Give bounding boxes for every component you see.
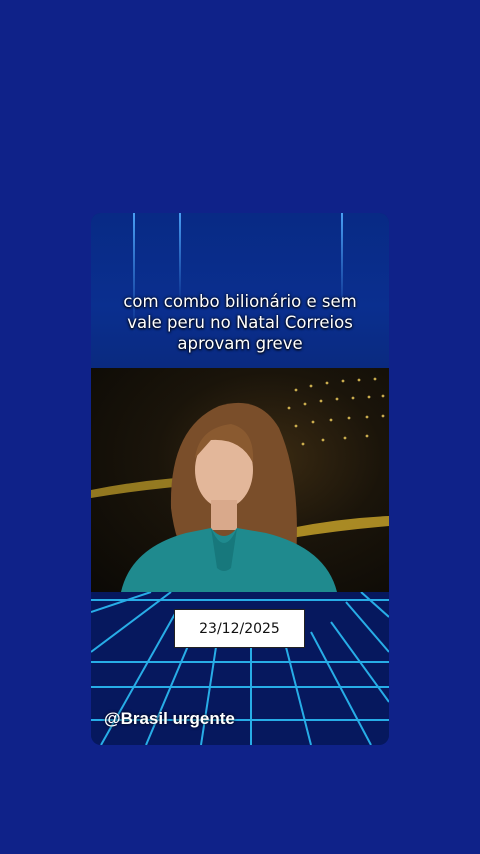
video-frame[interactable] [91, 368, 389, 592]
news-anchor-image [91, 377, 389, 592]
channel-handle[interactable]: @Brasil urgente [104, 709, 235, 729]
news-caption: com combo bilionário e sem vale peru no … [123, 292, 357, 353]
video-card[interactable]: com combo bilionário e sem vale peru no … [91, 213, 389, 745]
date-label: 23/12/2025 [174, 609, 305, 648]
caption-panel: com combo bilionário e sem vale peru no … [91, 213, 389, 368]
light-streak [179, 213, 181, 303]
date-panel: 23/12/2025 @Brasil urgente [91, 592, 389, 745]
